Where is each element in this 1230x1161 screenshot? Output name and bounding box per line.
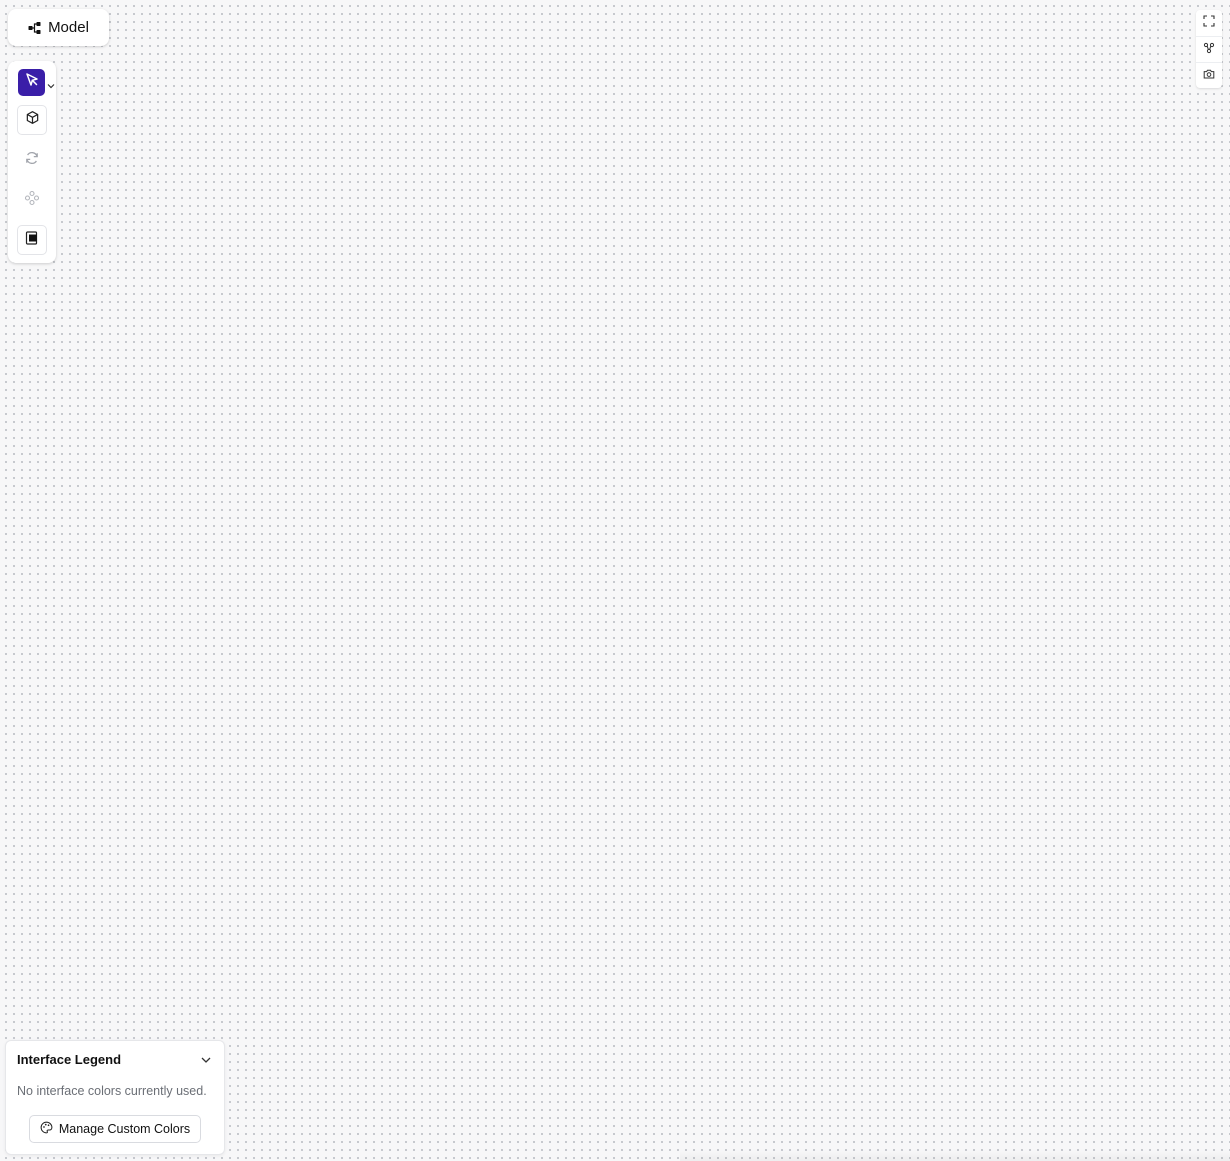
fill-tool-button[interactable] (17, 225, 47, 255)
manage-custom-colors-button[interactable]: Manage Custom Colors (29, 1115, 201, 1143)
cube-icon (25, 110, 40, 130)
fill-icon (25, 230, 39, 251)
tool-palette (8, 61, 56, 263)
refresh-tool-button[interactable] (17, 145, 47, 175)
interface-legend-panel: Interface Legend No interface colors cur… (5, 1040, 225, 1155)
diagram-canvas[interactable]: Model Interface Legend No interface colo… (0, 0, 1230, 1161)
fullscreen-icon (1203, 14, 1215, 32)
layout-icon (1203, 41, 1215, 59)
legend-collapse-button[interactable] (197, 1051, 215, 1069)
horizontal-scrollbar[interactable] (680, 1150, 1230, 1161)
refresh-icon (24, 150, 40, 171)
cube-tool-button[interactable] (17, 105, 47, 135)
cursor-icon (24, 72, 40, 93)
fit-view-button[interactable] (1196, 10, 1222, 36)
model-button[interactable]: Model (8, 9, 109, 46)
camera-icon (1203, 67, 1215, 85)
legend-title: Interface Legend (17, 1052, 122, 1067)
move-tool-button[interactable] (17, 185, 47, 215)
model-label: Model (48, 19, 89, 36)
chevron-down-icon (200, 1051, 212, 1069)
legend-empty-message: No interface colors currently used. (17, 1084, 207, 1098)
screenshot-button[interactable] (1196, 62, 1222, 89)
manage-custom-colors-label: Manage Custom Colors (58, 1122, 191, 1136)
palette-icon (40, 1121, 53, 1137)
move-icon (24, 190, 40, 211)
hierarchy-icon (28, 21, 42, 35)
select-tool-options[interactable] (47, 81, 55, 89)
select-tool-button[interactable] (18, 69, 45, 96)
chevron-down-icon (47, 76, 55, 94)
view-toolbar (1196, 10, 1222, 88)
layout-button[interactable] (1196, 36, 1222, 63)
